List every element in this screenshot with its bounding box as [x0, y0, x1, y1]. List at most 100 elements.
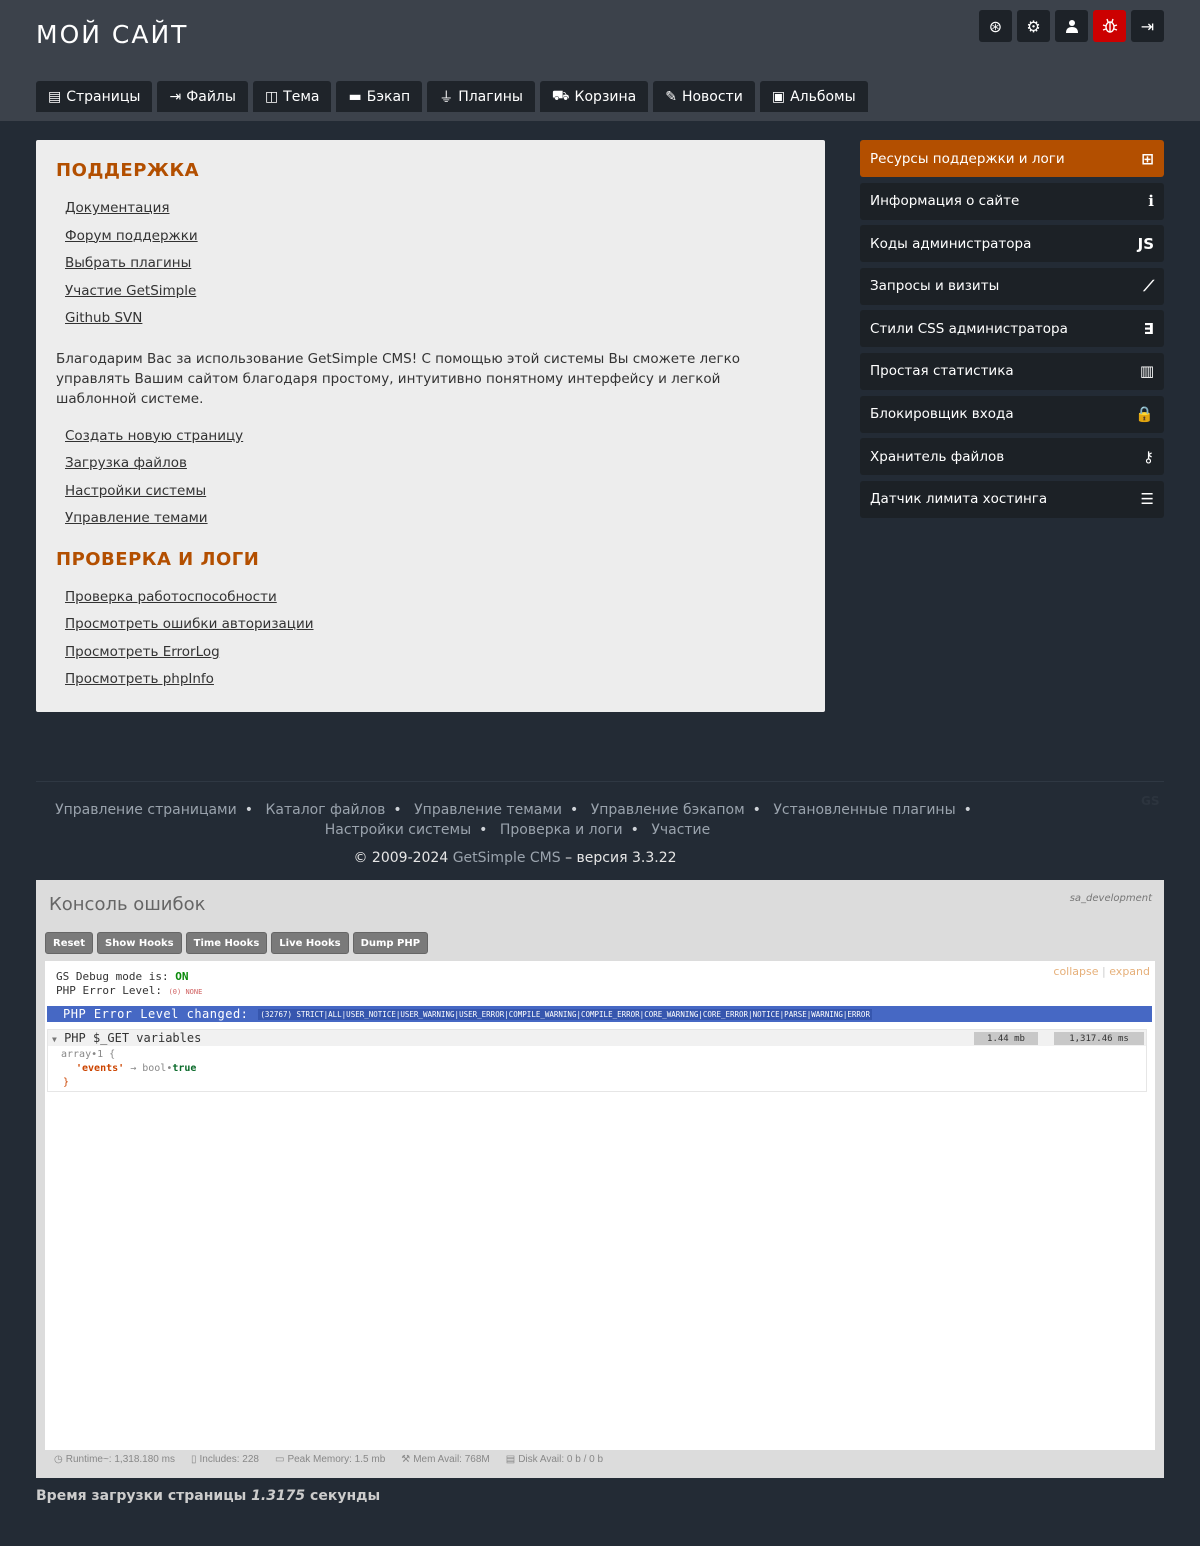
- footer-link-plugins[interactable]: Установленные плагины: [773, 802, 955, 818]
- sidebar-item-file-keeper[interactable]: Хранитель файлов ⚷: [860, 438, 1164, 476]
- link-new-page[interactable]: Создать новую страницу: [65, 428, 243, 444]
- tab-backup[interactable]: ▬ Бэкап: [336, 81, 423, 112]
- dump-php-button[interactable]: Dump PHP: [352, 932, 429, 954]
- footer-link-pages[interactable]: Управление страницами: [55, 802, 237, 818]
- peak-memory-stat: ▭ Peak Memory: 1.5 mb: [274, 1454, 386, 1465]
- sidebar-item-admin-codes[interactable]: Коды администратора JS: [860, 225, 1164, 263]
- top-toolbar: ⊛ ⚙ ⇥: [979, 10, 1164, 42]
- link-upload-files[interactable]: Загрузка файлов: [65, 455, 187, 471]
- get-variables-header[interactable]: ▼ PHP $_GET variables 1.44 mb 1,317.46 m…: [48, 1030, 1146, 1046]
- link-auth-errors[interactable]: Просмотреть ошибки авторизации: [65, 616, 314, 632]
- time-badge: 1,317.46 ms: [1054, 1032, 1144, 1045]
- error-level-value: (0) NONE: [168, 988, 203, 996]
- sidebar-item-login-blocker[interactable]: Блокировщик входа 🔒: [860, 395, 1164, 433]
- array-open: array•1 {: [61, 1049, 116, 1060]
- tab-albums[interactable]: ▣ Альбомы: [759, 81, 868, 112]
- list-item: Просмотреть ErrorLog: [65, 639, 805, 667]
- clock-icon: ◷: [54, 1454, 63, 1465]
- expand-link[interactable]: expand: [1109, 965, 1150, 978]
- tab-plugins[interactable]: ⏚ Плагины: [427, 81, 535, 112]
- header: МОЙ САЙТ ⊛ ⚙ ⇥ ▤ Страницы ⇥ Файлы ◫ Тема ▬ Б…: [0, 0, 1200, 121]
- console-title: Консоль ошибок: [49, 894, 206, 915]
- get-variables-panel: ▼ PHP $_GET variables 1.44 mb 1,317.46 m…: [47, 1029, 1147, 1092]
- tab-cart[interactable]: ⛟ Корзина: [539, 81, 649, 112]
- collapse-expand: collapse | expand: [1053, 965, 1150, 978]
- js-icon: JS: [1137, 234, 1154, 253]
- runtime-stat: ◷ Runtime~: 1,318.180 ms: [54, 1454, 175, 1465]
- footer-link-files[interactable]: Каталог файлов: [265, 802, 385, 818]
- footer-link-settings[interactable]: Настройки системы: [325, 822, 471, 838]
- list-item: Просмотреть phpInfo: [65, 666, 805, 694]
- key-icon: ⚷: [1143, 447, 1154, 466]
- bar-chart-icon: ▥: [1139, 362, 1154, 381]
- line-chart-icon: ⟋: [1143, 277, 1154, 296]
- memory-badge: 1.44 mb: [974, 1032, 1038, 1045]
- link-phpinfo[interactable]: Просмотреть phpInfo: [65, 671, 214, 687]
- support-panel: ПОДДЕРЖКА Документация Форум поддержки В…: [36, 140, 825, 712]
- link-support-forum[interactable]: Форум поддержки: [65, 228, 198, 244]
- logout-icon[interactable]: ⇥: [1131, 10, 1164, 42]
- show-hooks-button[interactable]: Show Hooks: [97, 932, 182, 954]
- footer-link-participate[interactable]: Участие: [651, 822, 710, 838]
- list-item: Загрузка файлов: [65, 450, 805, 478]
- lifebuoy-icon[interactable]: ⊛: [979, 10, 1012, 42]
- footer-link-logs[interactable]: Проверка и логи: [500, 822, 623, 838]
- footer-link-backups[interactable]: Управление бэкапом: [591, 802, 745, 818]
- tab-files[interactable]: ⇥ Файлы: [157, 81, 248, 112]
- image-icon: ▭: [274, 1454, 285, 1465]
- list-item: Просмотреть ошибки авторизации: [65, 611, 805, 639]
- upload-icon: ⇥: [169, 88, 182, 105]
- list-item: Github SVN: [65, 305, 805, 333]
- tab-theme[interactable]: ◫ Тема: [252, 81, 332, 112]
- sidebar-item-stats[interactable]: Простая статистика ▥: [860, 352, 1164, 390]
- wrench-icon: ⚒: [401, 1454, 411, 1465]
- sidebar-item-site-info[interactable]: Информация о сайте ℹ: [860, 182, 1164, 220]
- info-icon: ℹ: [1148, 192, 1154, 211]
- sidebar-item-hosting-limit[interactable]: Датчик лимита хостинга ☰: [860, 480, 1164, 518]
- site-title[interactable]: МОЙ САЙТ: [36, 20, 188, 49]
- link-theme-manage[interactable]: Управление темами: [65, 510, 208, 526]
- console-output: collapse | expand GS Debug mode is: ON P…: [45, 961, 1155, 1450]
- list-item: Создать новую страницу: [65, 423, 805, 451]
- error-level-changed-bar: PHP Error Level changed: (32767) STRICT|…: [47, 1006, 1152, 1022]
- list-item: Форум поддержки: [65, 223, 805, 251]
- debug-mode-line: GS Debug mode is: ON: [56, 970, 189, 983]
- list-item: Управление темами: [65, 505, 805, 533]
- time-hooks-button[interactable]: Time Hooks: [185, 932, 268, 954]
- tab-pages[interactable]: ▤ Страницы: [36, 81, 153, 112]
- includes-stat: ▯ Includes: 228: [190, 1454, 259, 1465]
- link-participate[interactable]: Участие GetSimple: [65, 283, 196, 299]
- sidebar-item-support[interactable]: Ресурсы поддержки и логи ⊞: [860, 140, 1164, 177]
- link-settings[interactable]: Настройки системы: [65, 483, 206, 499]
- link-documentation[interactable]: Документация: [65, 200, 170, 216]
- link-errorlog[interactable]: Просмотреть ErrorLog: [65, 644, 220, 660]
- collapse-link[interactable]: collapse: [1053, 965, 1098, 978]
- list-item: Настройки системы: [65, 478, 805, 506]
- cart-icon: ⛟: [551, 87, 570, 104]
- link-github[interactable]: Github SVN: [65, 310, 142, 326]
- thanks-text: Благодарим Вас за использование GetSimpl…: [56, 350, 740, 407]
- footer-nav: Управление страницами • Каталог файлов • У…: [55, 802, 972, 838]
- backup-icon: ▬: [348, 88, 362, 105]
- reset-button[interactable]: Reset: [45, 932, 93, 954]
- footer-link-themes[interactable]: Управление темами: [414, 802, 562, 818]
- link-health-check[interactable]: Проверка работоспособности: [65, 589, 277, 605]
- log-links: Проверка работоспособности Просмотреть о…: [56, 584, 805, 694]
- page-icon: ▤: [48, 88, 62, 105]
- disk-avail-stat: ▤ Disk Avail: 0 b / 0 b: [505, 1454, 604, 1465]
- bug-icon[interactable]: [1093, 10, 1126, 42]
- sidebar-item-admin-css[interactable]: Стили CSS администратора ∃: [860, 310, 1164, 348]
- lock-icon: 🔒: [1135, 405, 1154, 424]
- list-item: Документация: [65, 195, 805, 223]
- user-icon[interactable]: [1055, 10, 1088, 42]
- disk-icon: ▤: [505, 1454, 516, 1465]
- gear-icon[interactable]: ⚙: [1017, 10, 1050, 42]
- link-choose-plugins[interactable]: Выбрать плагины: [65, 255, 191, 271]
- list-item: Проверка работоспособности: [65, 584, 805, 612]
- live-hooks-button[interactable]: Live Hooks: [271, 932, 349, 954]
- support-heading: ПОДДЕРЖКА: [56, 160, 200, 181]
- image-icon: ▣: [771, 88, 786, 105]
- tab-news[interactable]: ✎ Новости: [653, 81, 755, 112]
- sidebar-item-requests[interactable]: Запросы и визиты ⟋: [860, 267, 1164, 305]
- getsimple-link[interactable]: GetSimple CMS: [453, 850, 561, 866]
